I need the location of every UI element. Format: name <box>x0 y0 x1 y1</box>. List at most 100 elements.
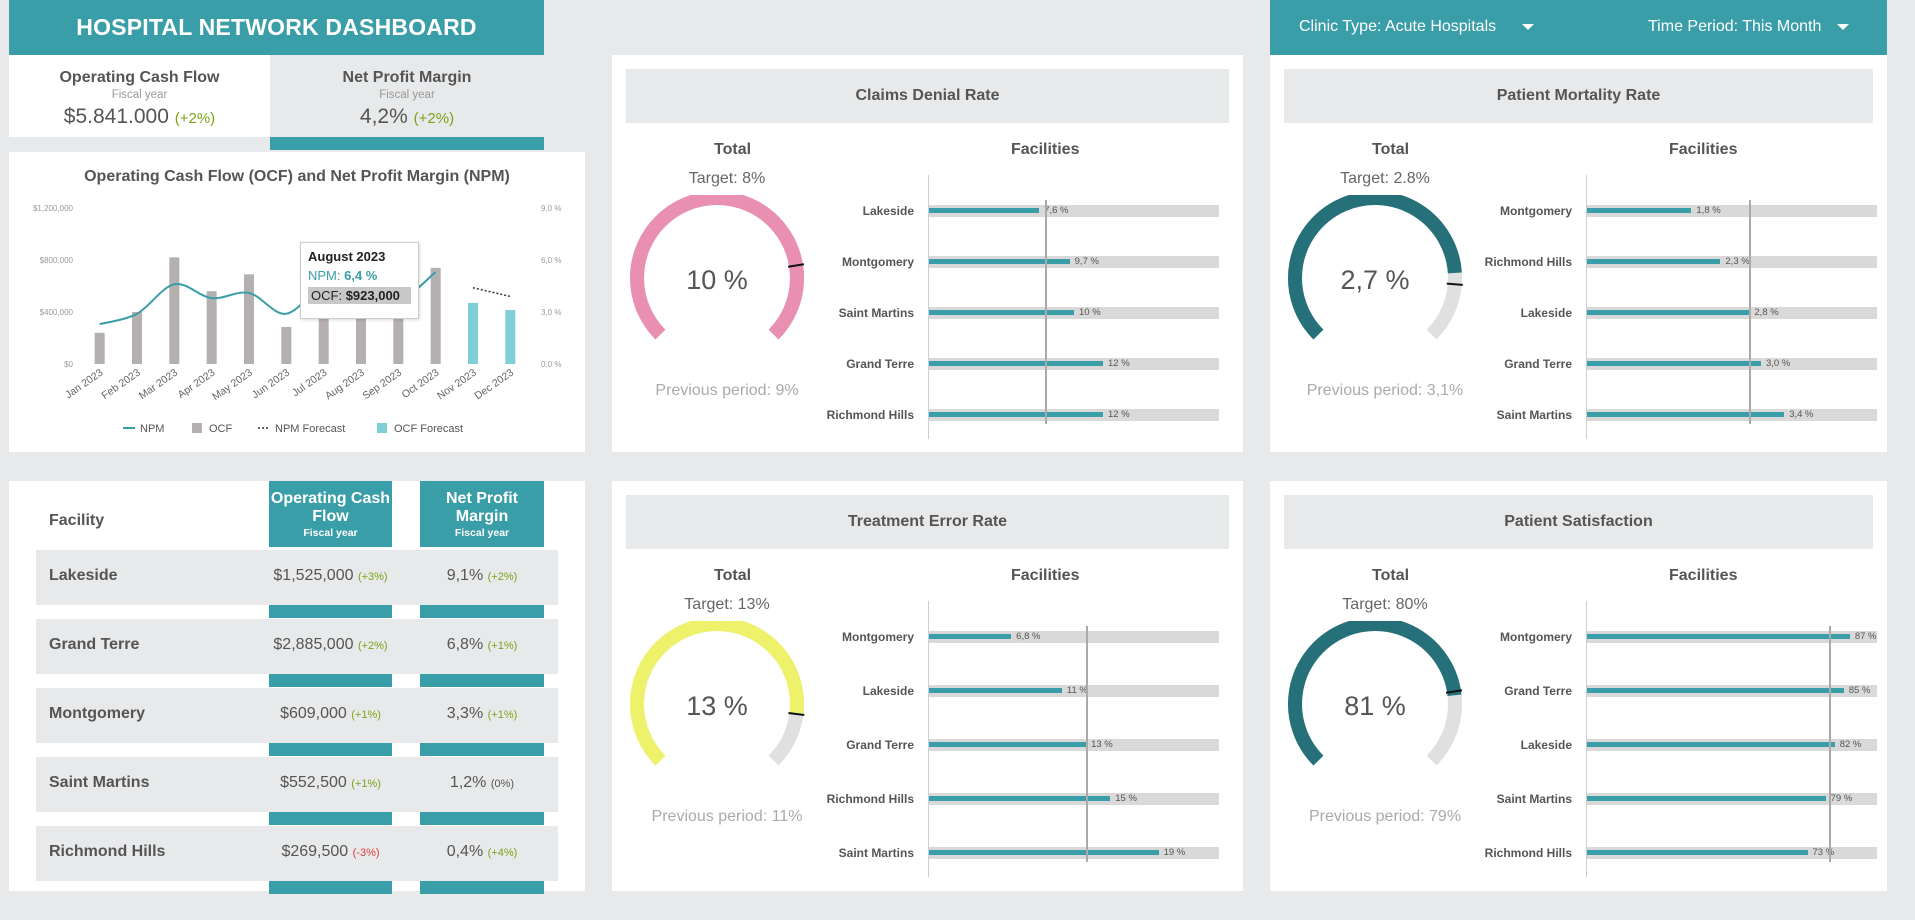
ocf-change: (+1%) <box>351 709 381 721</box>
facility-bar[interactable] <box>929 688 1062 693</box>
facility-bar-label: 79 % <box>1830 793 1853 804</box>
ocf-value: $609,000 <box>280 705 347 722</box>
facilities-label: Facilities <box>1011 141 1080 158</box>
facility-name: Saint Martins <box>838 306 914 320</box>
facility-name: Lakeside <box>1520 738 1572 752</box>
bar-ocf-forecast[interactable] <box>505 310 516 364</box>
line-npm-forecast[interactable] <box>472 287 511 298</box>
ocf-indicator-strip <box>269 674 392 687</box>
target-label: Target: 13% <box>684 596 770 613</box>
facility-bar[interactable] <box>1587 796 1826 801</box>
facility-bar-label: 6,8 % <box>1016 631 1041 642</box>
bar-ocf[interactable] <box>244 274 254 364</box>
facility-name: Montgomery <box>842 630 914 644</box>
ocf-indicator-strip <box>269 743 392 756</box>
npm-cell: 0,4% (+4%) <box>420 843 544 861</box>
facility-bar-label: 7,6 % <box>1044 205 1069 216</box>
bar-ocf[interactable] <box>430 267 441 364</box>
col-header-ocf-label: Operating Cash Flow <box>270 490 391 525</box>
facility-bar[interactable] <box>929 850 1159 855</box>
y-right-tick-label: 6,0 % <box>541 256 561 265</box>
kpi-operating-cash-flow[interactable]: Operating Cash Flow Fiscal year $5.841.0… <box>9 55 270 137</box>
facility-name: Grand Terre <box>1504 684 1572 698</box>
facility-bar[interactable] <box>1587 259 1721 264</box>
bar-ocf[interactable] <box>206 291 217 364</box>
col-header-ocf[interactable]: Operating Cash Flow Fiscal year <box>269 481 392 547</box>
facility-bar[interactable] <box>929 259 1070 264</box>
time-period-dropdown[interactable]: Time Period: This Month <box>1648 18 1850 36</box>
x-tick-label: Jan 2023 <box>63 367 105 402</box>
kpi-selected-indicator <box>270 137 544 150</box>
npm-indicator-strip <box>420 881 544 894</box>
facility-bar[interactable] <box>929 412 1103 417</box>
facility-bar-label: 1,8 % <box>1696 205 1721 216</box>
bar-ocf[interactable] <box>281 326 292 364</box>
facility-bar[interactable] <box>929 742 1087 747</box>
tooltip-npm: NPM: 6,4 % <box>308 268 411 283</box>
col-header-ocf-sub: Fiscal year <box>303 527 358 539</box>
col-header-npm[interactable]: Net Profit Margin Fiscal year <box>420 481 544 547</box>
npm-change: (+1%) <box>487 709 518 721</box>
facility-bar[interactable] <box>1587 208 1692 213</box>
y-right-tick-label: 0,0 % <box>541 360 561 369</box>
facility-bar[interactable] <box>929 634 1012 639</box>
x-tick-label: Sep 2023 <box>360 367 404 403</box>
kpi-value-number: $5.841.000 <box>63 105 169 128</box>
ocf-value: $1,525,000 <box>273 567 354 584</box>
legend-label: OCF <box>209 423 233 435</box>
facility-name: Richmond Hills <box>1484 255 1572 269</box>
facility-bar[interactable] <box>929 796 1111 801</box>
clinic-type-dropdown[interactable]: Clinic Type: Acute Hospitals <box>1299 18 1535 36</box>
facility-name: Saint Martins <box>838 846 914 860</box>
facility-bar[interactable] <box>929 310 1074 315</box>
metric-panel-claims-denial: Claims Denial Rate Total Facilities Target:… <box>612 55 1243 452</box>
facility-name: Montgomery <box>842 255 914 269</box>
facility-bar[interactable] <box>1587 688 1844 693</box>
facilities-label: Facilities <box>1669 141 1738 158</box>
target-label: Target: 80% <box>1342 596 1428 613</box>
facility-bar[interactable] <box>1587 412 1785 417</box>
npm-value: 9,1% <box>446 567 484 584</box>
ocf-change: (+1%) <box>351 778 381 790</box>
facility-bar-label: 2,8 % <box>1754 307 1779 318</box>
ocf-cell: $1,525,000 (+3%) <box>269 567 392 585</box>
metric-panel-patient-satisfaction: Patient Satisfaction Total Facilities Targe… <box>1270 481 1887 891</box>
facility-bar[interactable] <box>1587 310 1750 315</box>
npm-cell: 6,8% (+1%) <box>420 636 544 654</box>
npm-indicator-strip <box>420 743 544 756</box>
bar-ocf-forecast[interactable] <box>468 302 478 364</box>
kpi-change: (+2%) <box>413 110 455 127</box>
gauge-value: 81 % <box>1344 691 1406 721</box>
facility-bar[interactable] <box>1587 361 1761 366</box>
facility-bar-label: 19 % <box>1163 847 1186 858</box>
facility-name: Montgomery <box>1500 630 1572 644</box>
facility-name: Lakeside <box>49 567 118 584</box>
facility-name: Richmond Hills <box>1484 846 1572 860</box>
ocf-indicator-strip <box>269 881 392 894</box>
facility-bar[interactable] <box>1587 634 1850 639</box>
bar-ocf[interactable] <box>132 312 142 364</box>
ocf-value: $2,885,000 <box>273 636 354 653</box>
npm-indicator-strip <box>420 605 544 618</box>
bar-ocf[interactable] <box>169 257 180 364</box>
tooltip-ocf-label: OCF: <box>311 288 343 303</box>
chart-tooltip: August 2023 NPM: 6,4 % OCF: $923,000 <box>300 242 419 319</box>
tooltip-ocf-value: $923,000 <box>345 288 400 303</box>
kpi-value-number: 4,2% <box>359 105 408 128</box>
filter-bar: Clinic Type: Acute Hospitals Time Period… <box>1270 0 1887 55</box>
col-header-npm-label: Net Profit Margin <box>446 490 518 525</box>
npm-value: 0,4% <box>446 843 484 860</box>
facility-bar[interactable] <box>929 208 1040 213</box>
bar-ocf[interactable] <box>94 332 105 364</box>
tooltip-npm-value: 6,4 % <box>344 268 378 283</box>
facility-bar[interactable] <box>929 361 1103 366</box>
x-tick-label: Aug 2023 <box>323 367 367 403</box>
facility-bar[interactable] <box>1587 742 1835 747</box>
facility-name: Richmond Hills <box>826 792 914 806</box>
metric-panel-patient-mortality: Patient Mortality Rate Total Facilities Tar… <box>1270 55 1887 452</box>
facility-bar-label: 73 % <box>1812 847 1835 858</box>
ocf-cell: $552,500 (+1%) <box>269 774 392 792</box>
kpi-net-profit-margin[interactable]: Net Profit Margin Fiscal year 4,2% (+2%) <box>270 55 544 137</box>
facility-bar[interactable] <box>1587 850 1808 855</box>
y-left-tick-label: $400,000 <box>40 308 74 317</box>
